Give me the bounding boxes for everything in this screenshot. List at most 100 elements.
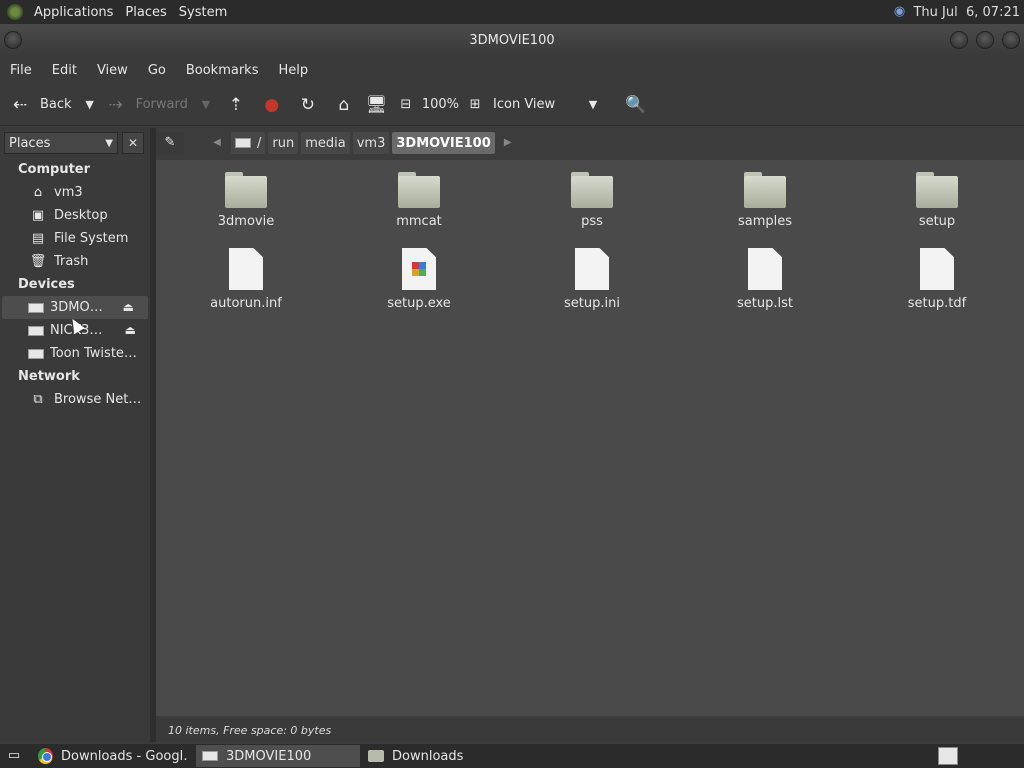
- zoom-in-icon[interactable]: ⊞: [465, 95, 485, 115]
- minimize-button[interactable]: [950, 31, 968, 49]
- menu-file[interactable]: File: [0, 63, 42, 78]
- sidebar-item-browse-network[interactable]: ⧉ Browse Net…: [0, 388, 150, 411]
- drive-icon: ▤: [31, 230, 45, 246]
- file-name: samples: [737, 214, 793, 229]
- task-label: 3DMOVIE100: [226, 748, 312, 764]
- file-name: setup.ini: [564, 296, 620, 311]
- chrome-icon: [38, 748, 54, 764]
- document-icon: [575, 248, 609, 290]
- toggle-location-entry-button[interactable]: ✎: [156, 132, 184, 154]
- chevron-down-icon: ▼: [105, 137, 113, 149]
- task-3dmovie100[interactable]: 3DMOVIE100: [196, 745, 360, 767]
- sidebar-mode-label: Places: [9, 135, 51, 151]
- breadcrumb-vm3[interactable]: vm3: [352, 132, 390, 154]
- menu-edit[interactable]: Edit: [42, 63, 87, 78]
- sidebar-section-devices: Devices: [18, 277, 75, 292]
- breadcrumb-root[interactable]: /: [231, 132, 266, 154]
- sidebar-item-toon-twister-device[interactable]: Toon Twiste…: [0, 342, 150, 365]
- file-name: autorun.inf: [210, 296, 282, 311]
- task-downloads-folder[interactable]: Downloads: [362, 745, 522, 767]
- eject-icon[interactable]: ⏏: [125, 323, 136, 337]
- document-icon: [920, 248, 954, 290]
- optical-drive-icon: [28, 325, 44, 336]
- breadcrumb-run[interactable]: run: [268, 132, 299, 154]
- folder-item[interactable]: setup: [877, 172, 997, 229]
- clock[interactable]: Thu Jul 6, 07:21: [913, 5, 1020, 20]
- sidebar-item-trash[interactable]: 🗑 Trash: [0, 250, 150, 273]
- show-desktop-icon[interactable]: ▭: [4, 746, 24, 766]
- file-item[interactable]: setup.lst: [705, 248, 825, 311]
- menu-go[interactable]: Go: [138, 63, 176, 78]
- stop-icon[interactable]: ●: [262, 95, 282, 115]
- sidebar: Places ▼ ✕ Computer ⌂ vm3 ▣ Desktop ▤ Fi…: [0, 128, 150, 742]
- optical-drive-icon: [28, 302, 44, 313]
- drive-icon: [202, 751, 218, 761]
- edit-icon: ✎: [164, 135, 176, 150]
- sidebar-item-file-system[interactable]: ▤ File System: [0, 227, 150, 250]
- system-menu[interactable]: System: [173, 5, 233, 20]
- sidebar-item-label: Trash: [54, 254, 89, 269]
- search-icon[interactable]: 🔍: [625, 95, 646, 115]
- sidebar-item-3dmovie-device[interactable]: 3DMO… ⏏: [2, 296, 148, 319]
- scroll-right-icon[interactable]: ▶: [498, 133, 518, 153]
- forward-button[interactable]: ⇢ Forward: [106, 94, 187, 115]
- folder-item[interactable]: pss: [532, 172, 652, 229]
- network-status-icon[interactable]: ◉: [889, 2, 909, 22]
- places-menu[interactable]: Places: [119, 5, 172, 20]
- distro-logo-icon[interactable]: [6, 3, 24, 21]
- up-arrow-icon[interactable]: ⇡: [226, 95, 246, 115]
- sidebar-mode-select[interactable]: Places ▼: [4, 132, 118, 154]
- breadcrumb-3dmovie100[interactable]: 3DMOVIE100: [392, 132, 495, 154]
- file-item[interactable]: autorun.inf: [186, 248, 306, 311]
- window-titlebar[interactable]: 3DMOVIE100: [0, 24, 1024, 56]
- file-name: setup.exe: [387, 296, 451, 311]
- file-item[interactable]: setup.ini: [532, 248, 652, 311]
- executable-icon: [402, 248, 436, 290]
- computer-icon[interactable]: 🖥: [366, 95, 388, 115]
- folder-item[interactable]: 3dmovie: [186, 172, 306, 229]
- sidebar-section-computer: Computer: [18, 162, 91, 177]
- file-item[interactable]: setup.exe: [359, 248, 479, 311]
- zoom-out-icon[interactable]: ⊟: [396, 95, 416, 115]
- scroll-left-icon[interactable]: ◀: [207, 133, 227, 153]
- drive-icon: [235, 138, 251, 148]
- reload-icon[interactable]: ↻: [298, 95, 318, 115]
- bottom-panel: ▭ Downloads - Googl… 3DMOVIE100 Download…: [0, 744, 1024, 768]
- sidebar-section-network: Network: [18, 369, 80, 384]
- window-title: 3DMOVIE100: [469, 32, 555, 48]
- forward-history-dropdown-icon[interactable]: ▼: [196, 95, 216, 115]
- menubar: File Edit View Go Bookmarks Help: [0, 56, 1024, 84]
- folder-item[interactable]: mmcat: [359, 172, 479, 229]
- menu-view[interactable]: View: [87, 63, 138, 78]
- forward-arrow-icon: ⇢: [108, 94, 123, 115]
- breadcrumb-media[interactable]: media: [301, 132, 350, 154]
- file-view[interactable]: 3dmovie mmcat pss samples setup autorun.…: [156, 160, 1024, 716]
- view-mode-select[interactable]: Icon View ▼: [493, 95, 603, 115]
- zoom-level: 100%: [421, 97, 460, 112]
- task-chrome-downloads[interactable]: Downloads - Googl…: [32, 745, 194, 767]
- maximize-button[interactable]: [976, 31, 994, 49]
- back-history-dropdown-icon[interactable]: ▼: [80, 95, 100, 115]
- sidebar-item-label: vm3: [54, 185, 83, 200]
- network-icon: ⧉: [33, 391, 43, 407]
- eject-icon[interactable]: ⏏: [123, 300, 134, 314]
- menu-help[interactable]: Help: [268, 63, 318, 78]
- sidebar-item-vm3[interactable]: ⌂ vm3: [0, 181, 150, 204]
- workspace-switcher[interactable]: [938, 747, 958, 765]
- close-button[interactable]: [1002, 31, 1020, 49]
- folder-item[interactable]: samples: [705, 172, 825, 229]
- file-name: mmcat: [396, 214, 442, 229]
- folder-icon: [398, 172, 440, 208]
- folder-icon: [571, 172, 613, 208]
- sidebar-item-desktop[interactable]: ▣ Desktop: [0, 204, 150, 227]
- menu-bookmarks[interactable]: Bookmarks: [176, 63, 269, 78]
- home-icon[interactable]: ⌂: [334, 95, 354, 115]
- status-text: 10 items, Free space: 0 bytes: [168, 723, 332, 737]
- window-menu-button[interactable]: [4, 31, 22, 49]
- document-icon: [748, 248, 782, 290]
- back-button[interactable]: ⇠ Back: [10, 95, 72, 115]
- applications-menu[interactable]: Applications: [28, 5, 119, 20]
- file-item[interactable]: setup.tdf: [877, 248, 997, 311]
- sidebar-close-button[interactable]: ✕: [122, 132, 144, 154]
- sidebar-item-label: Desktop: [54, 208, 108, 223]
